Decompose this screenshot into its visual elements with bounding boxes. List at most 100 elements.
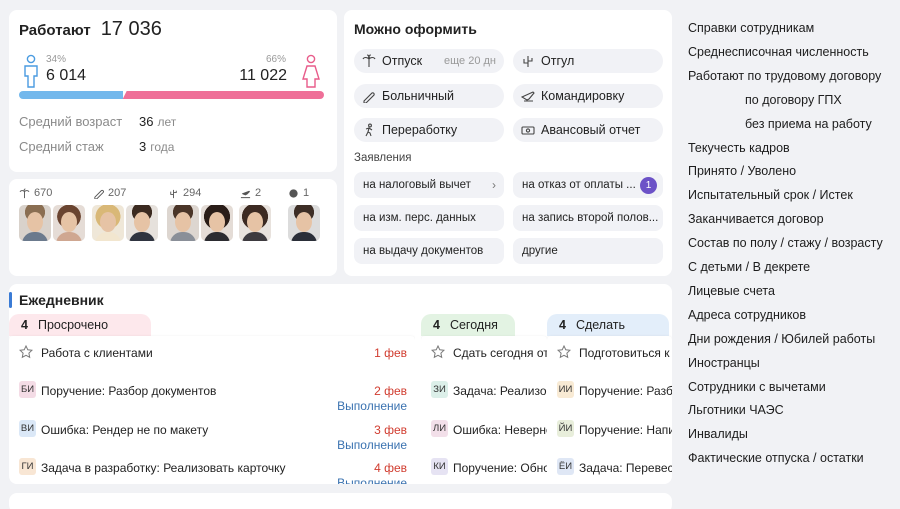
application-label: на запись второй полов... (522, 212, 659, 224)
task-title: Работа с клиентами (41, 346, 153, 360)
cactus-icon (523, 56, 533, 67)
sick-leave-button[interactable]: Больничный (354, 84, 504, 108)
report-link[interactable]: Сотрудники с вычетами (688, 380, 826, 394)
overtime-stat[interactable]: 1 (288, 187, 309, 199)
todo-column: 4 Сделать Подготовиться к с ИИ Поручение… (547, 314, 672, 484)
vacation-avatars[interactable] (19, 205, 85, 241)
report-link[interactable]: Фактические отпуска / остатки (688, 451, 864, 465)
application-label: на отказ от оплаты ... (522, 179, 636, 191)
application-other[interactable]: другие (513, 238, 663, 264)
report-link[interactable]: Адреса сотрудников (688, 308, 806, 322)
report-link[interactable]: Лицевые счета (688, 284, 775, 298)
application-documents[interactable]: на выдачу документов (354, 238, 504, 264)
trip-count: 2 (255, 187, 262, 199)
sick-leave-stat[interactable]: 207 (93, 187, 126, 199)
sick-leave-icon (94, 189, 104, 199)
overdue-tab[interactable]: 4 Просрочено (9, 314, 151, 336)
star-icon[interactable] (431, 345, 445, 359)
task-title: Ошибка: Неверное (453, 423, 547, 437)
vacation-days-left: еще 20 дн (443, 55, 496, 67)
report-link[interactable]: Принято / Уволено (688, 164, 796, 178)
task-title: Задача: Перевести (579, 461, 672, 475)
report-link[interactable]: Состав по полу / стажу / возрасту (688, 236, 883, 250)
report-link[interactable]: Инвалиды (688, 427, 748, 441)
report-link[interactable]: Справки сотрудникам (688, 21, 814, 35)
task-date: 1 фев (374, 346, 407, 360)
day-off-avatars[interactable] (167, 205, 233, 241)
task-title: Поручение: Напис (579, 423, 672, 437)
trip-avatars[interactable] (239, 205, 271, 241)
avatar (167, 205, 199, 241)
avg-age-row: Средний возраст 36 лет (19, 114, 176, 129)
avatar (19, 205, 51, 241)
chevron-right-icon: › (492, 178, 496, 192)
application-payment-refusal[interactable]: на отказ от оплаты ... 1 (513, 172, 663, 198)
task-status: Выполнение (337, 476, 407, 484)
overtime-button[interactable]: Переработку (354, 118, 504, 142)
today-label: Сегодня (449, 318, 498, 332)
report-link[interactable]: Испытательный срок / Истек (688, 188, 853, 202)
sick-leave-avatars[interactable] (92, 205, 158, 241)
avg-tenure-row: Средний стаж 3 года (19, 139, 174, 154)
vacation-button[interactable]: Отпуск еще 20 дн (354, 49, 504, 73)
task-status: Выполнение (337, 438, 407, 452)
business-trip-button[interactable]: Командировку (513, 84, 663, 108)
todo-tab[interactable]: 4 Сделать (547, 314, 669, 336)
next-card-edge (9, 493, 672, 509)
female-icon (302, 54, 320, 88)
sick-leave-count: 207 (108, 187, 127, 199)
male-icon (24, 54, 38, 88)
report-link[interactable]: по договору ГПХ (745, 93, 842, 107)
absences-card: 670 207 294 2 1 (9, 179, 337, 276)
trip-stat[interactable]: 2 (240, 187, 261, 199)
staff-total[interactable]: Работают 17 036 (19, 18, 162, 41)
report-link[interactable]: Текучесть кадров (688, 141, 790, 155)
report-link[interactable]: Дни рождения / Юбилей работы (688, 332, 875, 346)
report-link[interactable]: Заканчивается договор (688, 212, 824, 226)
today-column: 4 Сегодня Сдать сегодня отчет ЗИ Задача:… (421, 314, 547, 484)
overtime-avatars[interactable] (288, 205, 320, 241)
task-date: 4 фев (374, 461, 407, 475)
male-count[interactable]: 6 014 (46, 67, 86, 85)
application-half-day[interactable]: на запись второй полов... (513, 205, 663, 231)
business-trip-label: Командировку (541, 89, 625, 103)
report-link[interactable]: Работают по трудовому договору (688, 69, 881, 83)
cactus-icon (170, 189, 177, 198)
task-title: Подготовиться к с (579, 346, 672, 360)
assignee-badge: ИИ (557, 381, 574, 398)
today-count: 4 (433, 318, 440, 332)
application-label: другие (522, 245, 558, 257)
advance-report-button[interactable]: Авансовый отчет (513, 118, 663, 142)
report-link[interactable]: Льготники ЧАЭС (688, 403, 784, 417)
assignee-badge: ЗИ (431, 381, 448, 398)
vacation-icon (19, 187, 30, 198)
diary-card: Ежедневник 4 Просрочено Работа с клиента… (9, 284, 672, 484)
report-link[interactable]: без приема на работу (745, 117, 872, 131)
today-tab[interactable]: 4 Сегодня (421, 314, 515, 336)
application-label: на изм. перс. данных (363, 212, 476, 224)
gender-ratio-bar (19, 91, 324, 99)
vacation-stat[interactable]: 670 (19, 187, 52, 199)
diary-title: Ежедневник (19, 292, 104, 308)
male-share-fill (19, 91, 123, 99)
vacation-count: 670 (34, 187, 53, 199)
avg-age-unit: лет (157, 115, 177, 129)
assignee-badge: ВИ (19, 420, 36, 437)
report-link[interactable]: Иностранцы (688, 356, 760, 370)
todo-label: Сделать (575, 318, 626, 332)
application-tax-deduction[interactable]: на налоговый вычет › (354, 172, 504, 198)
can-apply-title: Можно оформить (354, 21, 477, 37)
count-badge: 1 (640, 177, 657, 194)
star-icon[interactable] (19, 345, 33, 359)
day-off-button[interactable]: Отгул (513, 49, 663, 73)
day-off-stat[interactable]: 294 (168, 187, 201, 199)
application-personal-data[interactable]: на изм. перс. данных (354, 205, 504, 231)
assignee-badge: ГИ (19, 458, 36, 475)
star-icon[interactable] (557, 345, 571, 359)
task-title: Ошибка: Рендер не по макету (41, 423, 209, 437)
report-link[interactable]: Среднесписочная численность (688, 45, 869, 59)
female-count[interactable]: 11 022 (239, 67, 287, 85)
assignee-badge: ЙИ (557, 420, 574, 437)
today-task-list: Сдать сегодня отчет ЗИ Задача: Реализова… (421, 336, 547, 484)
report-link[interactable]: С детьми / В декрете (688, 260, 810, 274)
